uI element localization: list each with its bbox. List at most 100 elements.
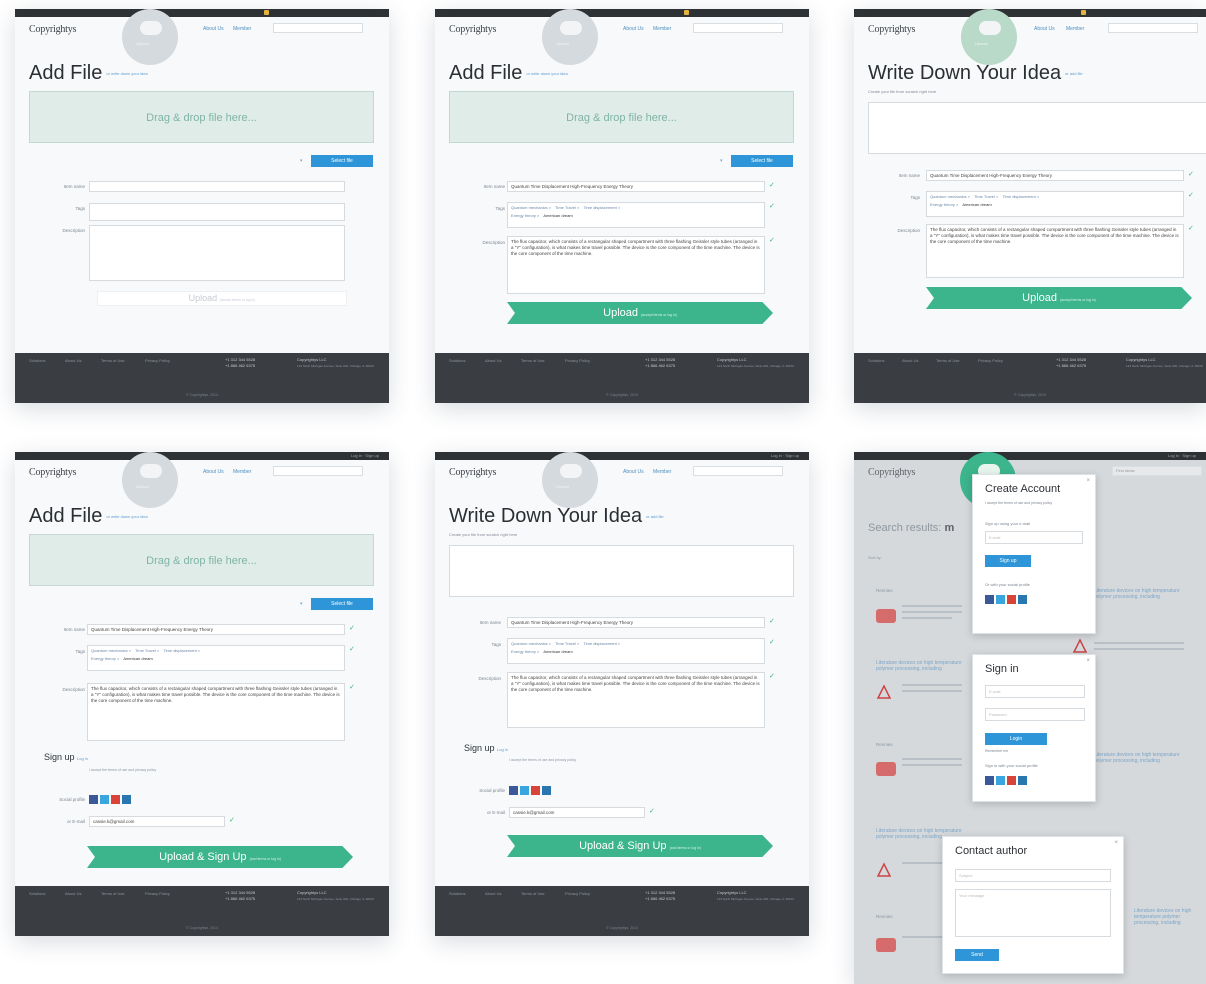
tag-chip[interactable]: Quantum mechanics ×	[91, 648, 131, 654]
tags-input[interactable]: Quantum mechanics × Time Travel × Time dis…	[87, 645, 345, 671]
email-input[interactable]: E-mail	[985, 531, 1083, 544]
chevron-down-icon[interactable]: ▾	[300, 601, 303, 607]
search-input[interactable]	[273, 23, 363, 33]
logo[interactable]: Copyrightys	[29, 467, 76, 478]
linkedin-icon[interactable]	[1018, 595, 1027, 604]
linkedin-icon[interactable]	[1018, 776, 1027, 785]
search-input[interactable]: Find Ideas	[1112, 466, 1202, 476]
footer-link[interactable]: About Us	[485, 358, 501, 363]
drop-zone[interactable]: Drag & drop file here...	[29, 534, 374, 586]
message-textarea[interactable]: Your message	[955, 889, 1111, 937]
drop-zone[interactable]: Drag & drop file here...	[29, 91, 374, 143]
footer-link[interactable]: Privacy Policy	[145, 358, 170, 363]
search-input[interactable]	[693, 466, 783, 476]
result-link[interactable]: Literature devices on high temperature p…	[876, 660, 966, 672]
logo[interactable]: Copyrightys	[868, 467, 915, 478]
write-idea-link[interactable]: or write down your idea	[106, 71, 147, 76]
result-author[interactable]: Rennies	[876, 588, 893, 593]
tag-typing[interactable]: American dream	[543, 649, 572, 655]
login-link[interactable]: Log in	[77, 756, 88, 761]
facebook-icon[interactable]	[985, 776, 994, 785]
top-auth-links[interactable]: Log in · Sign up	[771, 453, 799, 458]
login-link[interactable]: Log in	[497, 747, 508, 752]
write-idea-link[interactable]: or write down your idea	[106, 514, 147, 519]
footer-link[interactable]: Terms of Use	[101, 358, 125, 363]
select-file-button[interactable]: Select file	[731, 155, 793, 167]
footer-link[interactable]: Privacy Policy	[565, 358, 590, 363]
result-thumbnail[interactable]	[876, 938, 896, 952]
terms-checkbox[interactable]: I accept the terms of use and privacy po…	[509, 758, 589, 762]
nav-member[interactable]: Member	[653, 469, 671, 475]
item-name-input[interactable]: Quantum Time Displacement High-Frequency…	[926, 170, 1184, 181]
login-button[interactable]: Login	[985, 733, 1047, 745]
item-name-input[interactable]: Quantum Time Displacement High-Frequency…	[87, 624, 345, 635]
description-textarea[interactable]: The flux capacitor, which consists of a …	[507, 672, 765, 728]
top-auth-links[interactable]: Log in · Sign up	[351, 453, 379, 458]
send-button[interactable]: Send	[955, 949, 999, 961]
tag-chip[interactable]: Time Travel ×	[555, 641, 579, 647]
password-input[interactable]: Password	[985, 708, 1085, 721]
footer-link[interactable]: About Us	[65, 891, 81, 896]
footer-link[interactable]: Solutions	[449, 358, 465, 363]
description-textarea[interactable]: The flux capacitor, which consists of a …	[926, 224, 1184, 278]
result-author[interactable]: Rennies	[876, 742, 893, 747]
tag-chip[interactable]: Quantum mechanics ×	[930, 194, 970, 200]
tags-input[interactable]: Quantum mechanics × Time Travel × Time dis…	[507, 638, 765, 664]
search-input[interactable]	[1108, 23, 1198, 33]
cloud-upload-icon[interactable]: Upload	[122, 452, 178, 508]
result-thumbnail[interactable]	[876, 762, 896, 776]
tag-chip[interactable]: Time displacement ×	[583, 641, 620, 647]
footer-link[interactable]: Privacy Policy	[565, 891, 590, 896]
tag-chip[interactable]: Energy theory ×	[511, 213, 539, 219]
nav-about[interactable]: About Us	[203, 469, 224, 475]
twitter-icon[interactable]	[520, 786, 529, 795]
tag-chip[interactable]: Time displacement ×	[163, 648, 200, 654]
description-textarea[interactable]: The flux capacitor, which consists of a …	[87, 683, 345, 741]
tags-input[interactable]	[89, 203, 345, 221]
footer-link[interactable]: Solutions	[449, 891, 465, 896]
result-author[interactable]: Rennies	[876, 914, 893, 919]
tag-typing[interactable]: American dream	[123, 656, 152, 662]
description-textarea[interactable]: The flux capacitor, which consists of a …	[507, 236, 765, 294]
close-icon[interactable]: ×	[1086, 658, 1090, 664]
footer-link[interactable]: Terms of Use	[101, 891, 125, 896]
item-name-input[interactable]: Quantum Time Displacement High-Frequency…	[507, 181, 765, 192]
footer-link[interactable]: Solutions	[29, 358, 45, 363]
upload-signup-button[interactable]: Upload & Sign Up (and terms or log in)	[507, 835, 773, 857]
google-plus-icon[interactable]	[1007, 595, 1016, 604]
cloud-upload-icon[interactable]: Upload	[122, 9, 178, 65]
upload-signup-button[interactable]: Upload & Sign Up (and terms or log in)	[87, 846, 353, 868]
signup-button[interactable]: Sign up	[985, 555, 1031, 567]
select-file-button[interactable]: Select file	[311, 155, 373, 167]
tag-chip[interactable]: Time Travel ×	[555, 205, 579, 211]
terms-checkbox[interactable]: I accept the terms of use and privacy po…	[89, 768, 169, 772]
facebook-icon[interactable]	[509, 786, 518, 795]
drop-zone[interactable]: Drag & drop file here...	[449, 91, 794, 143]
nav-member[interactable]: Member	[1066, 26, 1084, 32]
write-idea-link[interactable]: or write down your idea	[526, 71, 567, 76]
footer-link[interactable]: Solutions	[29, 891, 45, 896]
google-plus-icon[interactable]	[111, 795, 120, 804]
nav-about[interactable]: About Us	[623, 469, 644, 475]
idea-textarea[interactable]	[868, 102, 1206, 154]
twitter-icon[interactable]	[996, 595, 1005, 604]
add-file-link[interactable]: or add file	[1065, 71, 1083, 76]
cloud-upload-icon[interactable]: Upload	[961, 9, 1017, 65]
select-file-button[interactable]: Select file	[311, 598, 373, 610]
email-input[interactable]: cassie.k@gmail.com	[509, 807, 645, 818]
close-icon[interactable]: ×	[1086, 478, 1090, 484]
cloud-upload-icon[interactable]: Upload	[542, 452, 598, 508]
cloud-upload-icon[interactable]: Upload	[542, 9, 598, 65]
logo[interactable]: Copyrightys	[29, 24, 76, 35]
linkedin-icon[interactable]	[542, 786, 551, 795]
nav-about[interactable]: About Us	[203, 26, 224, 32]
chevron-down-icon[interactable]: ▾	[720, 158, 723, 164]
footer-link[interactable]: Terms of Use	[521, 891, 545, 896]
logo[interactable]: Copyrightys	[449, 24, 496, 35]
remember-me-checkbox[interactable]: Remember me	[985, 749, 1008, 753]
twitter-icon[interactable]	[100, 795, 109, 804]
tags-input[interactable]: Quantum mechanics × Time Travel × Time dis…	[926, 191, 1184, 217]
google-plus-icon[interactable]	[531, 786, 540, 795]
item-name-input[interactable]	[89, 181, 345, 192]
footer-link[interactable]: Terms of Use	[936, 358, 960, 363]
